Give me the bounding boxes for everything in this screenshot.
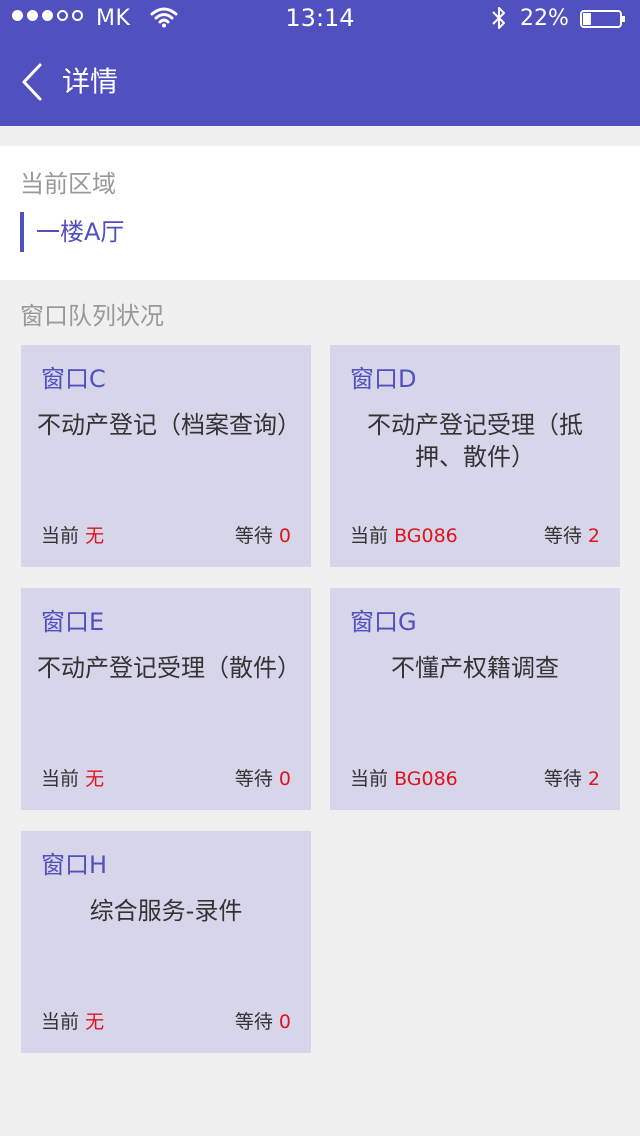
wait-label: 等待: [234, 768, 273, 790]
window-card[interactable]: 窗口H 综合服务-录件 当前 无 等待 0: [21, 831, 311, 1053]
area-value: 一楼A厅: [20, 212, 124, 252]
current-ticket-value: 无: [85, 525, 105, 547]
window-card[interactable]: 窗口E 不动产登记受理（散件） 当前 无 等待 0: [21, 588, 311, 810]
window-card[interactable]: 窗口D 不动产登记受理（抵押、散件） 当前 BG086 等待 2: [330, 345, 620, 567]
current-label: 当前: [41, 1011, 80, 1033]
current-ticket-value: 无: [85, 1011, 105, 1033]
page-title: 详情: [62, 65, 119, 98]
waiting-count: 等待 0: [235, 1007, 291, 1034]
window-name: 窗口D: [350, 365, 417, 393]
waiting-count: 等待 2: [544, 521, 600, 548]
current-ticket: 当前 无: [41, 1007, 104, 1034]
wait-label: 等待: [234, 525, 273, 547]
window-card[interactable]: 窗口G 不懂产权籍调查 当前 BG086 等待 2: [330, 588, 620, 810]
wait-count-value: 2: [587, 525, 600, 547]
wait-label: 等待: [234, 1011, 273, 1033]
navigation-bar: 详情: [0, 40, 640, 126]
current-label: 当前: [41, 525, 80, 547]
current-ticket-value: BG086: [394, 768, 458, 790]
back-button[interactable]: [18, 62, 46, 102]
battery-fill: [583, 13, 591, 25]
window-name: 窗口E: [41, 608, 105, 636]
current-ticket-value: BG086: [394, 525, 458, 547]
current-ticket: 当前 BG086: [350, 764, 458, 791]
wait-count-value: 0: [278, 525, 291, 547]
battery-percentage: 22%: [520, 6, 569, 31]
wait-count-value: 0: [278, 1011, 291, 1033]
waiting-count: 等待 2: [544, 764, 600, 791]
window-service: 综合服务-录件: [89, 897, 243, 925]
window-service: 不懂产权籍调查: [391, 654, 559, 682]
current-ticket: 当前 BG086: [350, 521, 458, 548]
wait-count-value: 0: [278, 768, 291, 790]
waiting-count: 等待 0: [235, 764, 291, 791]
area-label: 当前区域: [20, 170, 116, 198]
current-ticket: 当前 无: [41, 521, 104, 548]
bluetooth-icon: [492, 7, 505, 29]
current-area-section: 当前区域 一楼A厅: [0, 146, 640, 280]
window-service: 不动产登记受理（抵押、散件）: [367, 411, 583, 471]
current-label: 当前: [350, 525, 389, 547]
window-service: 不动产登记（档案查询）: [37, 411, 301, 439]
battery-icon: [580, 10, 625, 28]
queue-section-label: 窗口队列状况: [20, 302, 164, 330]
current-ticket: 当前 无: [41, 764, 104, 791]
wait-count-value: 2: [587, 768, 600, 790]
header-bar: MK 13:14 22% 详情: [0, 0, 640, 126]
window-name: 窗口H: [41, 851, 108, 879]
status-bar: MK 13:14 22%: [0, 0, 640, 40]
window-service: 不动产登记受理（散件）: [37, 654, 301, 682]
current-ticket-value: 无: [85, 768, 105, 790]
current-label: 当前: [41, 768, 80, 790]
window-name: 窗口C: [41, 365, 106, 393]
waiting-count: 等待 0: [235, 521, 291, 548]
chevron-left-icon: [22, 63, 42, 101]
wait-label: 等待: [543, 768, 582, 790]
wait-label: 等待: [543, 525, 582, 547]
window-name: 窗口G: [350, 608, 417, 636]
window-card[interactable]: 窗口C 不动产登记（档案查询） 当前 无 等待 0: [21, 345, 311, 567]
current-label: 当前: [350, 768, 389, 790]
